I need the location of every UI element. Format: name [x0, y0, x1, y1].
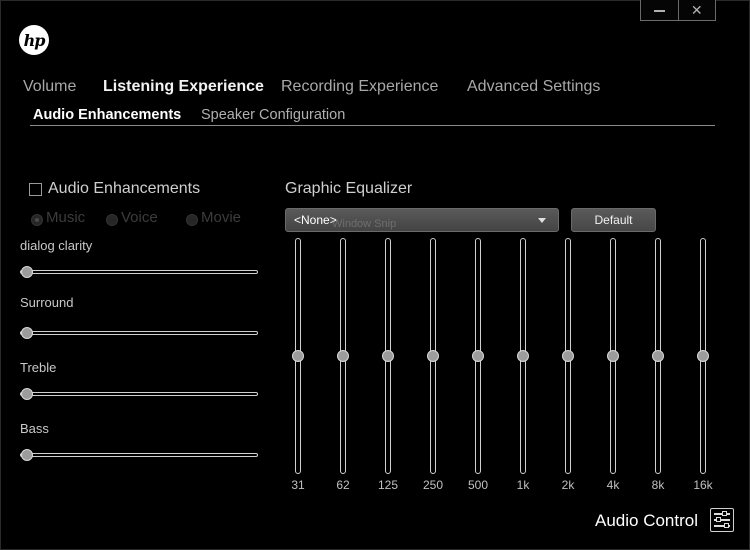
eq-band-31-label: 31: [291, 478, 305, 492]
eq-band-250-label: 250: [422, 478, 444, 492]
radio-voice-label: Voice: [121, 209, 158, 226]
eq-band-2k-thumb[interactable]: [562, 350, 574, 362]
subtab-audio-enhancements[interactable]: Audio Enhancements: [33, 107, 181, 123]
treble-slider-thumb[interactable]: [21, 388, 33, 400]
eq-band-16k-thumb[interactable]: [697, 350, 709, 362]
eq-band-250-thumb[interactable]: [427, 350, 439, 362]
dialog-clarity-slider-thumb[interactable]: [21, 266, 33, 278]
equalizer-settings-icon[interactable]: [710, 508, 734, 532]
eq-band-1k-label: 1k: [516, 478, 530, 492]
radio-movie-label: Movie: [201, 209, 242, 226]
chevron-down-icon: [538, 218, 546, 223]
eq-band-4k-label: 4k: [606, 478, 620, 492]
hp-logo: hp: [19, 25, 49, 55]
treble-label: Treble: [20, 360, 57, 375]
tab-recording-experience[interactable]: Recording Experience: [281, 78, 438, 96]
radio-voice[interactable]: [106, 214, 118, 226]
window-controls: ✕: [640, 0, 716, 21]
eq-band-500-label: 500: [467, 478, 489, 492]
eq-band-8k-thumb[interactable]: [652, 350, 664, 362]
graphic-equalizer-title: Graphic Equalizer: [285, 180, 413, 197]
default-button[interactable]: Default: [571, 208, 656, 232]
audio-control-label: Audio Control: [595, 511, 699, 530]
subtab-divider: [30, 125, 715, 126]
minimize-icon: [653, 10, 665, 12]
surround-slider[interactable]: [20, 331, 258, 335]
eq-band-31-thumb[interactable]: [292, 350, 304, 362]
close-icon: ✕: [690, 1, 703, 18]
window-snip-overlay-text: Window Snip: [332, 218, 397, 230]
eq-band-500-thumb[interactable]: [472, 350, 484, 362]
tab-volume[interactable]: Volume: [23, 78, 76, 96]
eq-band-16k-label: 16k: [693, 478, 713, 492]
bass-label: Bass: [20, 421, 49, 436]
treble-slider[interactable]: [20, 392, 258, 396]
surround-label: Surround: [20, 295, 74, 310]
bass-slider-thumb[interactable]: [21, 449, 33, 461]
audio-enhancements-checkbox[interactable]: [29, 183, 42, 196]
eq-band-62-thumb[interactable]: [337, 350, 349, 362]
tab-advanced-settings[interactable]: Advanced Settings: [467, 78, 600, 96]
radio-movie[interactable]: [186, 214, 198, 226]
eq-preset-dropdown[interactable]: <None>: [285, 208, 559, 232]
minimize-button[interactable]: [641, 0, 678, 20]
radio-music-label: Music: [46, 209, 86, 226]
bass-slider[interactable]: [20, 453, 258, 457]
close-button[interactable]: ✕: [677, 0, 716, 20]
audio-enhancements-label: Audio Enhancements: [48, 180, 201, 197]
eq-preset-value: <None>: [294, 213, 337, 227]
eq-band-1k-thumb[interactable]: [517, 350, 529, 362]
tab-listening-experience[interactable]: Listening Experience: [103, 78, 264, 96]
subtab-speaker-configuration[interactable]: Speaker Configuration: [201, 107, 345, 123]
radio-music[interactable]: [31, 214, 43, 226]
eq-band-4k-thumb[interactable]: [607, 350, 619, 362]
dialog-clarity-label: dialog clarity: [20, 238, 93, 253]
surround-slider-thumb[interactable]: [21, 327, 33, 339]
eq-band-125-thumb[interactable]: [382, 350, 394, 362]
dialog-clarity-slider[interactable]: [20, 270, 258, 274]
eq-band-125-label: 125: [377, 478, 399, 492]
eq-band-62-label: 62: [336, 478, 350, 492]
eq-band-8k-label: 8k: [651, 478, 665, 492]
eq-band-2k-label: 2k: [561, 478, 575, 492]
